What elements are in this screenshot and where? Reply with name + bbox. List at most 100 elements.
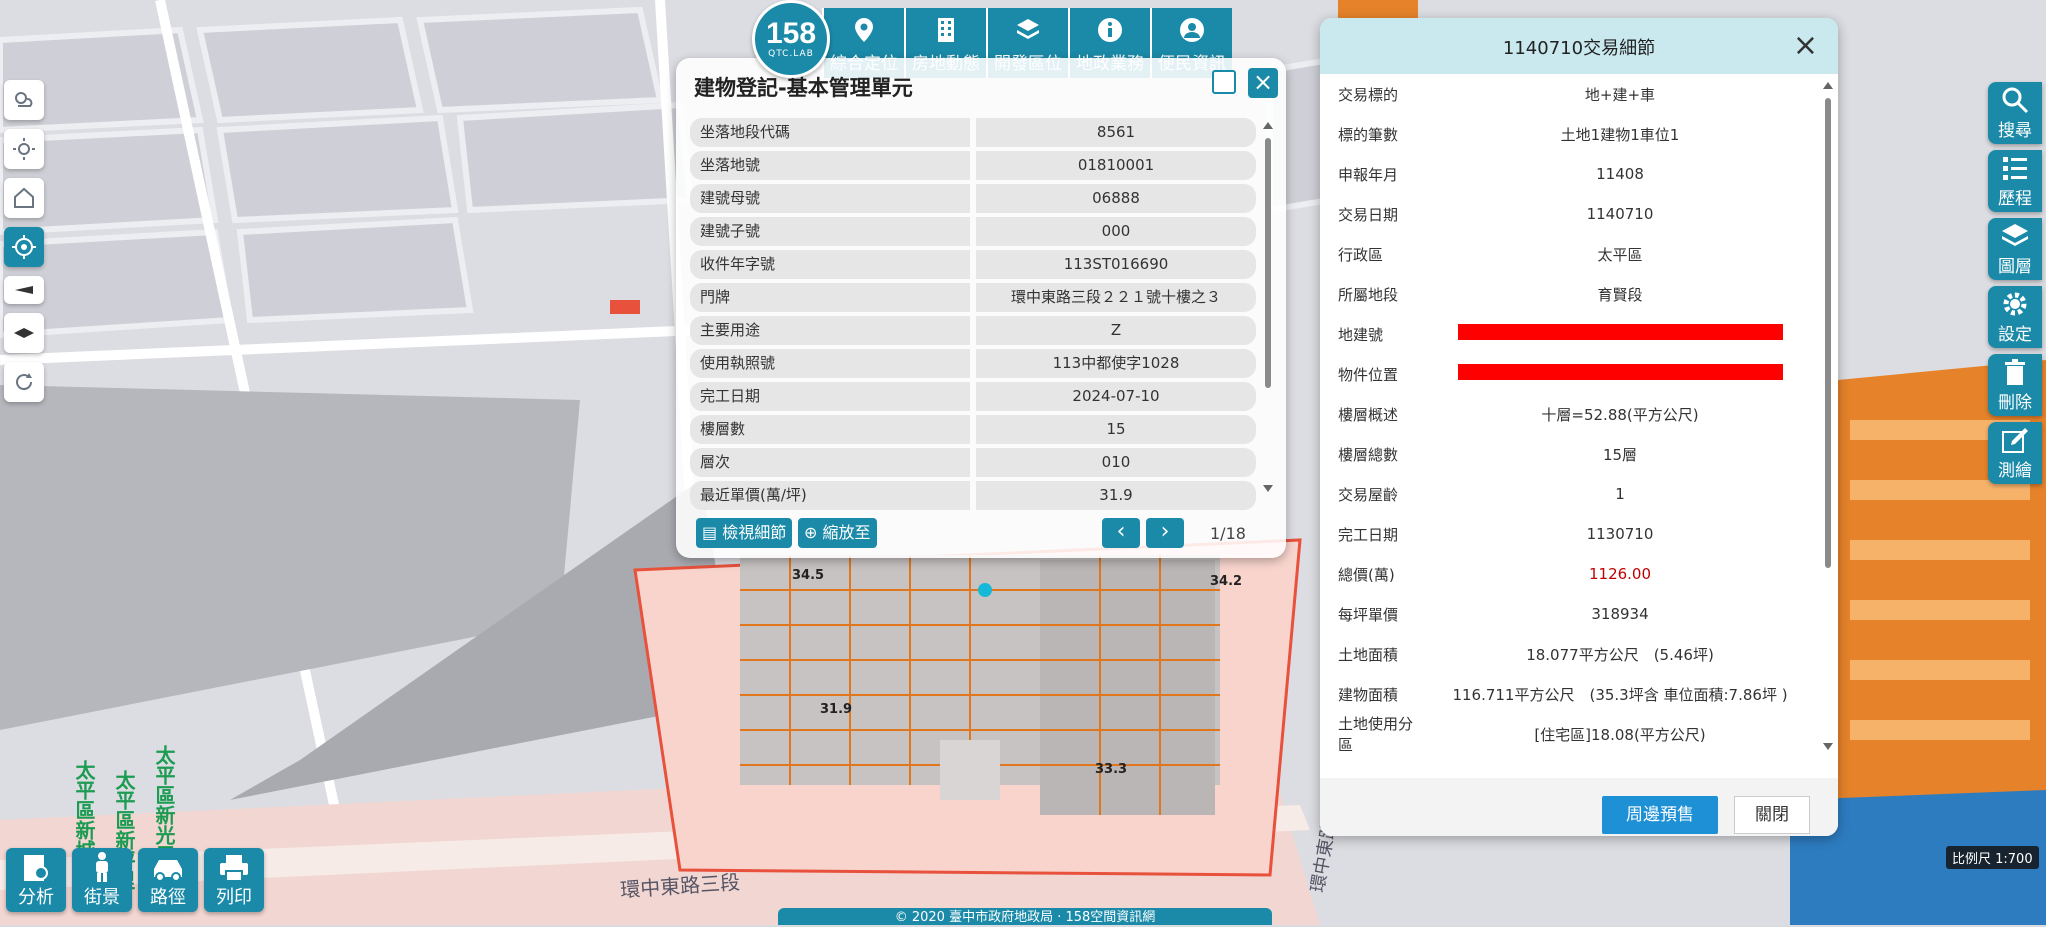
- toolbar-label: 測繪: [1998, 460, 2032, 481]
- table-row: 主要用途 Z: [690, 314, 1260, 347]
- panel-title: 1140710交易細節: [1502, 38, 1656, 59]
- page-indicator: 1/18: [1210, 524, 1246, 543]
- field-label: 土地使用分區: [1338, 715, 1414, 754]
- close-button[interactable]: 關閉: [1734, 796, 1810, 834]
- panel-footer: 周邊預售 關閉: [1320, 778, 1838, 836]
- list-item: 行政區 太平區: [1320, 234, 1820, 274]
- field-label: 行政區: [1338, 245, 1384, 264]
- cloud-sun-icon: [15, 92, 33, 107]
- weather-button[interactable]: [4, 80, 44, 120]
- settings-button[interactable]: 設定: [1988, 286, 2042, 348]
- field-label: 交易標的: [1338, 85, 1399, 104]
- field-value: Z: [976, 316, 1256, 345]
- toolbar-label: 歷程: [1998, 188, 2032, 209]
- redaction-bar: [1457, 324, 1783, 340]
- next-page-button[interactable]: ›: [1146, 518, 1184, 548]
- field-value: 8561: [976, 118, 1256, 147]
- total-price-value: 1126.00: [1588, 565, 1652, 583]
- transaction-detail-panel: 1140710交易細節 × 交易標的 地+建+車 標的筆數 土地1建物1車位1 申報…: [1320, 18, 1838, 836]
- list-item: 土地面積 18.077平方公尺 (5.46坪): [1320, 634, 1820, 674]
- history-button[interactable]: 歷程: [1988, 150, 2042, 212]
- layers-icon: [1017, 19, 1039, 39]
- table-row: 收件年字號 113ST016690: [690, 248, 1260, 281]
- list-item: 交易日期 1140710: [1320, 194, 1820, 234]
- field-value: 2024-07-10: [976, 382, 1256, 411]
- field-value: [1420, 364, 1820, 384]
- map-number-label: 33.3: [1095, 762, 1128, 777]
- toolbar-label: 設定: [1998, 324, 2032, 345]
- table-row: 完工日期 2024-07-10: [690, 380, 1260, 413]
- field-value: 113中都使字1028: [976, 349, 1256, 378]
- light-button[interactable]: [4, 129, 44, 169]
- list-item: 所屬地段 育賢段: [1320, 274, 1820, 314]
- close-button[interactable]: ×: [1248, 68, 1278, 98]
- scale-indicator: 比例尺 1:700: [1946, 846, 2039, 869]
- streetview-button[interactable]: 街景: [72, 848, 132, 912]
- close-icon[interactable]: ×: [1793, 28, 1818, 63]
- print-button[interactable]: 列印: [204, 848, 264, 912]
- field-label: 交易屋齡: [1338, 485, 1399, 504]
- route-button[interactable]: 路徑: [138, 848, 198, 912]
- building-panel-scrollbar[interactable]: [1262, 120, 1274, 500]
- field-label: 層次: [690, 448, 970, 477]
- field-label: 物件位置: [1338, 365, 1399, 384]
- toolbar-label: 搜尋: [1998, 120, 2032, 141]
- field-label: 收件年字號: [690, 250, 970, 279]
- building-registration-panel: 建物登記-基本管理單元 × 坐落地段代碼 8561 坐落地號 01810001 建號…: [676, 58, 1286, 558]
- list-item: 地建號: [1320, 314, 1820, 354]
- field-label: 土地面積: [1338, 645, 1399, 664]
- logo-number: 158: [765, 17, 817, 50]
- list-item: 土地使用分區 [住宅區]18.08(平方公尺): [1320, 714, 1820, 754]
- list-item: 申報年月 11408: [1320, 154, 1820, 194]
- view-detail-button[interactable]: ▤ 檢視細節: [696, 518, 793, 548]
- prev-page-button[interactable]: ‹: [1102, 518, 1140, 548]
- field-label: 申報年月: [1338, 165, 1399, 184]
- logo[interactable]: 158 QTC.LAB: [752, 0, 830, 78]
- field-label: 建號子號: [690, 217, 970, 246]
- field-label: 建號母號: [690, 184, 970, 213]
- bottom-toolbar: 分析 街景 路徑 列印: [6, 848, 270, 912]
- field-label: 門牌: [690, 283, 970, 312]
- logo-subtitle: QTC.LAB: [768, 49, 814, 59]
- survey-button[interactable]: 測繪: [1988, 422, 2042, 484]
- gear-icon: [2003, 292, 2027, 315]
- table-row: 建號母號 06888: [690, 182, 1260, 215]
- layers-button[interactable]: 圖層: [1988, 218, 2042, 280]
- field-value: 11408: [1596, 165, 1644, 183]
- field-value: 育賢段: [1597, 285, 1643, 304]
- table-row: 使用執照號 113中都使字1028: [690, 347, 1260, 380]
- printer-icon: [220, 855, 248, 882]
- table-row: 層次 010: [690, 446, 1260, 479]
- list-item: 交易標的 地+建+車: [1320, 74, 1820, 114]
- list-item: 物件位置: [1320, 354, 1820, 394]
- tilt-button[interactable]: [4, 313, 44, 353]
- compass-button[interactable]: [4, 276, 44, 304]
- field-value: 010: [976, 448, 1256, 477]
- list-item: 建物面積 116.711平方公尺 (35.3坪含 車位面積:7.86坪 ): [1320, 674, 1820, 714]
- analysis-button[interactable]: 分析: [6, 848, 66, 912]
- field-label: 所屬地段: [1338, 285, 1399, 304]
- list-item: 標的筆數 土地1建物1車位1: [1320, 114, 1820, 154]
- field-label: 地建號: [1338, 325, 1384, 344]
- nearby-presale-button[interactable]: 周邊預售: [1602, 796, 1718, 834]
- restore-icon[interactable]: [1212, 70, 1236, 94]
- zoom-to-button[interactable]: ⊕ 縮放至: [798, 518, 877, 548]
- search-icon: [2002, 87, 2029, 113]
- field-value: 31.9: [976, 481, 1256, 510]
- field-label: 最近單價(萬/坪): [690, 481, 970, 510]
- panel-header: 1140710交易細節 ×: [1320, 18, 1838, 74]
- pencil-icon: [2002, 427, 2028, 453]
- building-info-table: 坐落地段代碼 8561 坐落地號 01810001 建號母號 06888 建號子號 00…: [690, 116, 1260, 556]
- field-value: 113ST016690: [976, 250, 1256, 279]
- delete-button[interactable]: 刪除: [1988, 354, 2042, 416]
- locate-button[interactable]: [4, 227, 44, 267]
- home-button[interactable]: [4, 178, 44, 218]
- panel-footer: ▤ 檢視細節 ⊕ 縮放至 ‹ › 1/18: [676, 508, 1286, 558]
- toolbar-label: 圖層: [1998, 256, 2032, 277]
- transaction-panel-scrollbar[interactable]: [1822, 80, 1834, 756]
- field-value: [住宅區]18.08(平方公尺): [1534, 725, 1706, 744]
- list-item: 總價(萬) 1126.00: [1320, 554, 1820, 594]
- panel-title: 建物登記-基本管理單元: [694, 76, 913, 100]
- search-button[interactable]: 搜尋: [1988, 82, 2042, 144]
- rotate-button[interactable]: [4, 362, 44, 402]
